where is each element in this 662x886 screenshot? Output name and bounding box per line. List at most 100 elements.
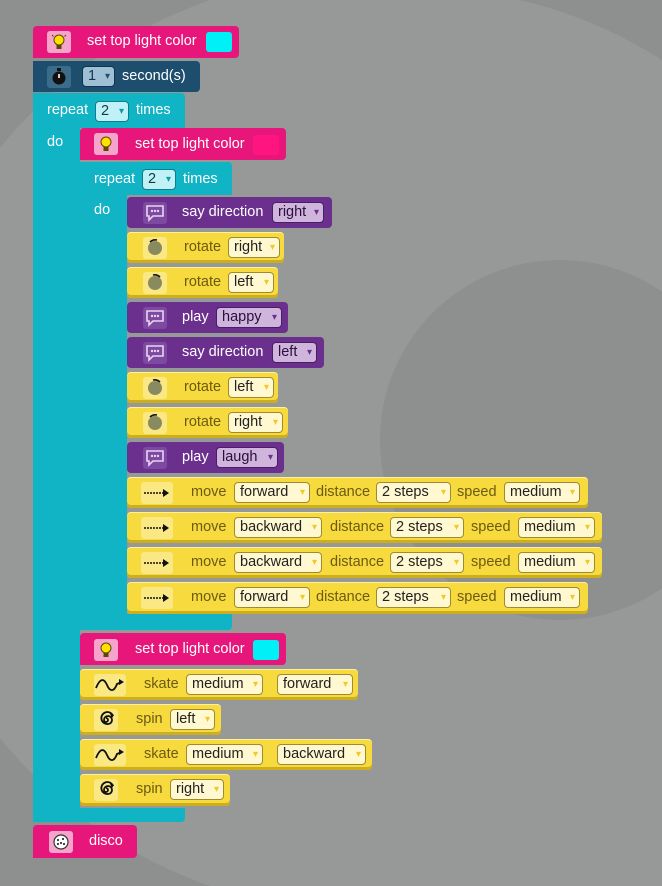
move-direction-dropdown[interactable]: backward ▾	[234, 552, 322, 573]
rotate-dropdown[interactable]: left ▾	[228, 377, 274, 398]
repeat-inner-arm: do	[80, 195, 127, 630]
repeat-outer-count[interactable]: 2 ▾	[95, 101, 129, 122]
rotate-icon	[143, 412, 167, 434]
play-sound-dropdown[interactable]: happy ▾	[216, 307, 282, 328]
repeat-inner-prefix: repeat	[94, 171, 136, 187]
move-label: move	[191, 484, 227, 500]
color-swatch[interactable]	[206, 32, 232, 52]
rotate-label: rotate	[184, 414, 222, 430]
repeat-outer-footer	[33, 808, 185, 822]
move-distance-dropdown[interactable]: 2 steps ▾	[390, 517, 464, 538]
rotate-icon	[143, 377, 167, 399]
play-sound-dropdown[interactable]: laugh ▾	[216, 447, 278, 468]
arrow-right-icon	[141, 552, 173, 574]
skate-block-2[interactable]: skate medium ▾ backward ▾	[80, 739, 372, 770]
move-distance-dropdown[interactable]: 2 steps ▾	[376, 482, 451, 503]
move-direction-dropdown[interactable]: forward ▾	[234, 482, 310, 503]
speech-bubble-icon	[143, 307, 167, 329]
speed-label: speed	[471, 554, 511, 570]
wave-icon	[94, 744, 126, 766]
rotate-dropdown[interactable]: right ▾	[228, 237, 280, 258]
repeat-inner-do: do	[94, 202, 111, 218]
move-speed-dropdown[interactable]: medium ▾	[518, 517, 595, 538]
wait-duration-dropdown[interactable]: 1 ▾	[82, 66, 115, 87]
say-direction-label: say direction	[182, 204, 264, 220]
rotate-label: rotate	[184, 239, 222, 255]
set-top-light-color-block-3[interactable]: set top light color	[80, 633, 286, 665]
arrow-right-icon	[141, 587, 173, 609]
spin-label: spin	[136, 711, 163, 727]
disco-block[interactable]: disco	[33, 825, 137, 858]
skate-label: skate	[144, 746, 179, 762]
set-top-light-color-label: set top light color	[135, 136, 245, 152]
spin-direction-dropdown[interactable]: left ▾	[170, 709, 215, 730]
move-distance-dropdown[interactable]: 2 steps ▾	[390, 552, 464, 573]
skate-speed-dropdown[interactable]: medium ▾	[186, 674, 263, 695]
speed-label: speed	[457, 589, 497, 605]
move-distance-dropdown[interactable]: 2 steps ▾	[376, 587, 451, 608]
move-label: move	[191, 519, 227, 535]
set-top-light-color-block-2[interactable]: set top light color	[80, 128, 286, 160]
move-speed-dropdown[interactable]: medium ▾	[504, 482, 580, 503]
arrow-right-icon	[141, 482, 173, 504]
wave-icon	[94, 674, 126, 696]
rotate-block-2[interactable]: rotate left ▾	[127, 267, 278, 298]
skate-block-1[interactable]: skate medium ▾ forward ▾	[80, 669, 358, 700]
play-block-2[interactable]: play laugh ▾	[127, 442, 284, 473]
repeat-outer-prefix: repeat	[47, 102, 89, 118]
say-direction-block-2[interactable]: say direction left ▾	[127, 337, 324, 368]
spin-block-1[interactable]: spin left ▾	[80, 704, 221, 735]
color-swatch[interactable]	[253, 135, 279, 155]
rotate-label: rotate	[184, 274, 222, 290]
repeat-outer-arm: do	[33, 128, 80, 822]
repeat-inner-block[interactable]: repeat 2 ▾ times	[80, 162, 232, 195]
say-direction-block-1[interactable]: say direction right ▾	[127, 197, 332, 228]
spin-direction-dropdown[interactable]: right ▾	[170, 779, 224, 800]
rotate-block-1[interactable]: rotate right ▾	[127, 232, 284, 263]
skate-direction-dropdown[interactable]: backward ▾	[277, 744, 366, 765]
move-direction-dropdown[interactable]: forward ▾	[234, 587, 310, 608]
move-label: move	[191, 589, 227, 605]
speed-label: speed	[457, 484, 497, 500]
move-block-3[interactable]: move backward ▾ distance 2 steps ▾ speed m…	[127, 547, 602, 578]
spin-label: spin	[136, 781, 163, 797]
spiral-icon	[94, 779, 118, 801]
say-direction-dropdown[interactable]: left ▾	[272, 342, 317, 363]
play-label: play	[182, 449, 209, 465]
set-top-light-color-block-1[interactable]: set top light color	[33, 26, 239, 58]
spiral-icon	[94, 709, 118, 731]
repeat-outer-do: do	[47, 134, 64, 150]
rotate-label: rotate	[184, 379, 222, 395]
wait-block[interactable]: 1 ▾ second(s)	[33, 61, 200, 92]
move-speed-dropdown[interactable]: medium ▾	[518, 552, 595, 573]
rotate-block-4[interactable]: rotate right ▾	[127, 407, 288, 438]
play-block-1[interactable]: play happy ▾	[127, 302, 288, 333]
light-bulb-icon	[94, 639, 118, 661]
move-block-1[interactable]: move forward ▾ distance 2 steps ▾ speed me…	[127, 477, 588, 508]
arrow-right-icon	[141, 517, 173, 539]
color-swatch[interactable]	[253, 640, 279, 660]
rotate-dropdown[interactable]: right ▾	[228, 412, 283, 433]
move-speed-dropdown[interactable]: medium ▾	[504, 587, 580, 608]
speech-bubble-icon	[143, 447, 167, 469]
repeat-outer-block[interactable]: repeat 2 ▾ times	[33, 93, 185, 128]
disco-label: disco	[89, 833, 123, 849]
repeat-inner-count[interactable]: 2 ▾	[142, 169, 176, 190]
move-direction-dropdown[interactable]: backward ▾	[234, 517, 322, 538]
repeat-inner-footer	[80, 614, 232, 630]
spin-block-2[interactable]: spin right ▾	[80, 774, 230, 806]
move-block-4[interactable]: move forward ▾ distance 2 steps ▾ speed me…	[127, 582, 588, 614]
skate-speed-dropdown[interactable]: medium ▾	[186, 744, 263, 765]
rotate-icon	[143, 237, 167, 259]
skate-direction-dropdown[interactable]: forward ▾	[277, 674, 353, 695]
speech-bubble-icon	[143, 202, 167, 224]
repeat-inner-suffix: times	[183, 171, 218, 187]
move-block-2[interactable]: move backward ▾ distance 2 steps ▾ speed m…	[127, 512, 602, 543]
distance-label: distance	[316, 589, 371, 605]
distance-label: distance	[330, 519, 385, 535]
rotate-dropdown[interactable]: left ▾	[228, 272, 274, 293]
skate-label: skate	[144, 676, 179, 692]
set-top-light-color-label: set top light color	[87, 33, 197, 49]
rotate-block-3[interactable]: rotate left ▾	[127, 372, 278, 403]
say-direction-dropdown[interactable]: right ▾	[272, 202, 324, 223]
